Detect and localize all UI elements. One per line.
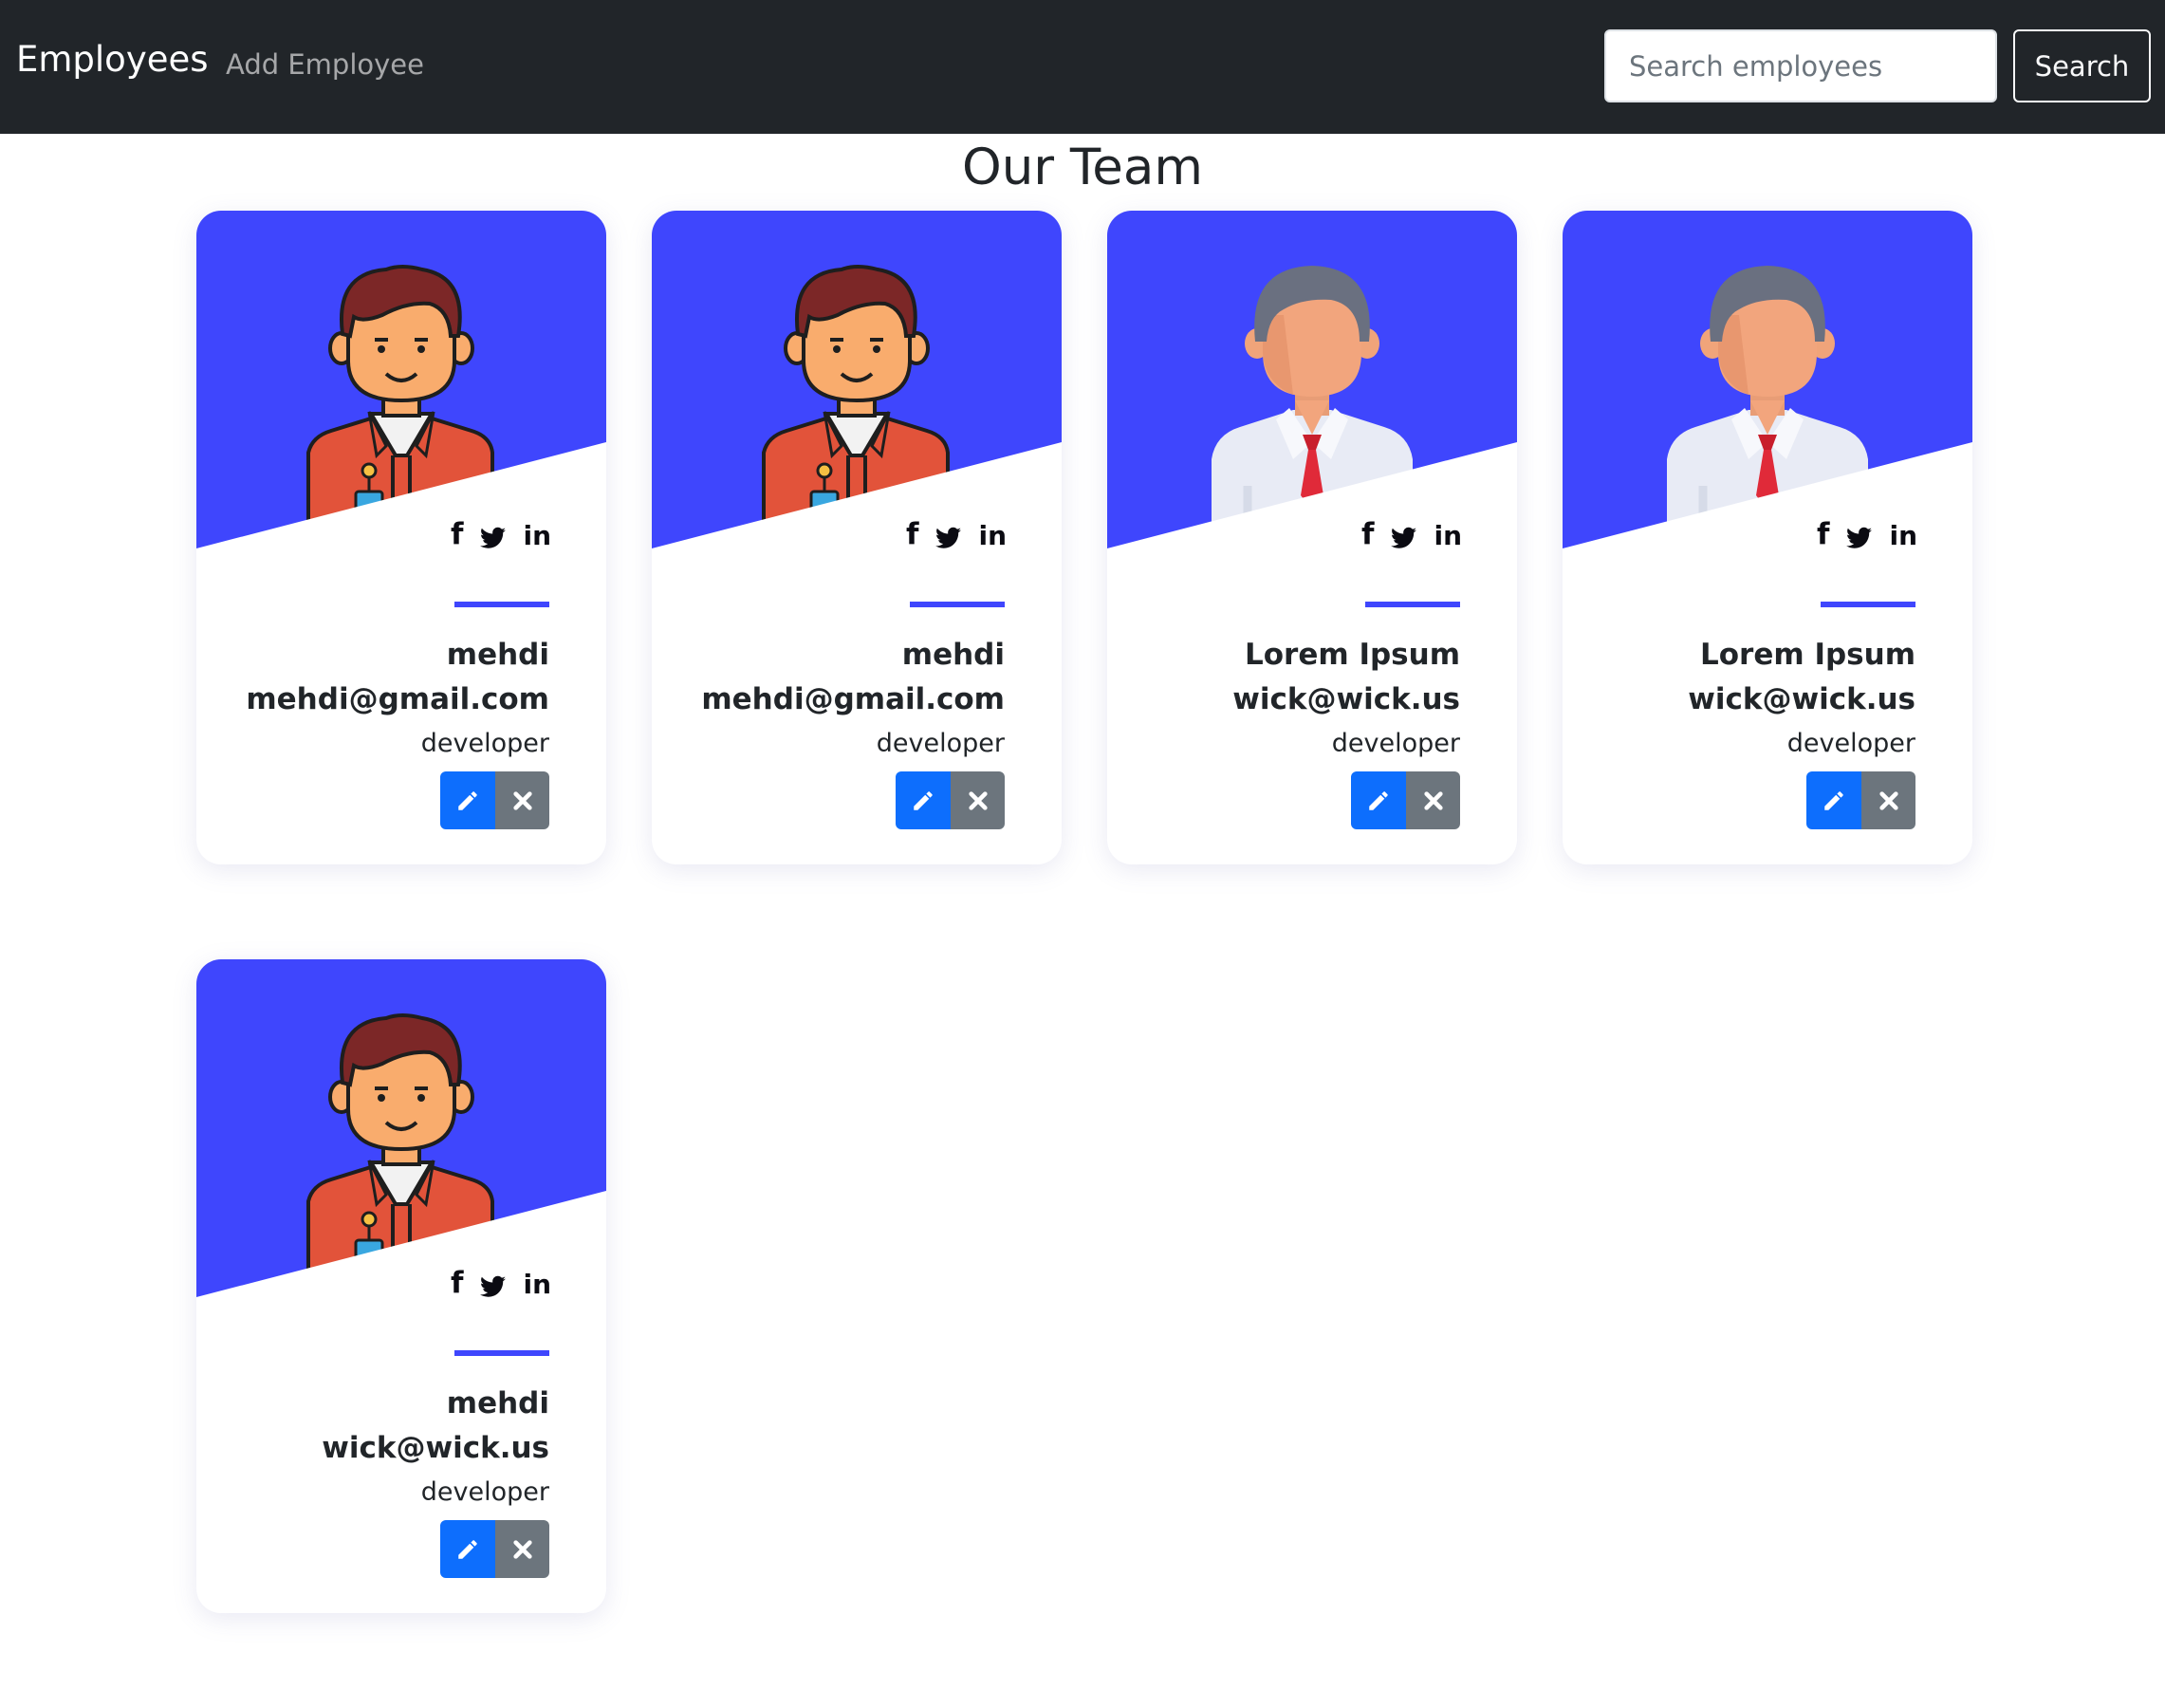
twitter-icon[interactable] [1846,527,1873,549]
card-divider [454,1350,549,1356]
card-header: f in [1107,211,1517,563]
employee-card: f in mehdi wick@wick.us developer [196,959,606,1613]
card-header: f in [196,959,606,1311]
pencil-icon [458,790,477,810]
close-icon [968,790,988,810]
facebook-icon[interactable]: f [451,1269,464,1298]
employee-card: f in Lorem Ipsum wick@wick.us developer [1563,211,1972,864]
employee-role: developer [420,729,549,758]
employee-email: wick@wick.us [1688,682,1915,716]
facebook-icon[interactable]: f [1361,520,1375,549]
employee-card: f in mehdi mehdi@gmail.com developer [652,211,1062,864]
linkedin-icon[interactable]: in [1889,523,1917,549]
card-actions [1351,771,1460,829]
card-divider [454,602,549,607]
employee-name: mehdi [901,638,1005,672]
employee-card: f in mehdi mehdi@gmail.com developer [196,211,606,864]
card-divider [1365,602,1460,607]
social-links: f in [1817,520,1917,549]
card-actions [896,771,1005,829]
pencil-icon [1369,790,1388,810]
search-input[interactable] [1604,29,1997,102]
card-diagonal [196,1191,606,1311]
employee-email: mehdi@gmail.com [246,682,549,716]
card-diagonal [652,442,1062,563]
pencil-icon [914,790,933,810]
navbar-brand[interactable]: Employees [16,42,209,77]
twitter-icon[interactable] [1391,527,1417,549]
card-divider [910,602,1005,607]
employee-role: developer [876,729,1005,758]
edit-button[interactable] [896,771,951,829]
employee-email: wick@wick.us [322,1431,549,1465]
add-employee-link[interactable]: Add Employee [226,51,424,79]
card-actions [1806,771,1915,829]
card-divider [1821,602,1915,607]
linkedin-icon[interactable]: in [978,523,1007,549]
edit-button[interactable] [440,1520,495,1578]
twitter-icon[interactable] [480,1275,507,1298]
employee-name: mehdi [446,638,549,672]
close-icon [1878,790,1898,810]
close-icon [1423,790,1443,810]
facebook-icon[interactable]: f [1817,520,1830,549]
employee-role: developer [1331,729,1460,758]
edit-button[interactable] [440,771,495,829]
social-links: f in [1361,520,1462,549]
page-title: Our Team [961,139,1204,196]
linkedin-icon[interactable]: in [523,1272,551,1298]
employee-email: wick@wick.us [1232,682,1460,716]
twitter-icon[interactable] [935,527,962,549]
employee-email: mehdi@gmail.com [701,682,1005,716]
employee-card: f in Lorem Ipsum wick@wick.us developer [1107,211,1517,864]
search-button[interactable]: Search [2013,29,2151,102]
close-icon [512,790,532,810]
card-diagonal [196,442,606,563]
social-links: f in [451,520,551,549]
edit-button[interactable] [1351,771,1406,829]
pencil-icon [458,1539,477,1559]
pencil-icon [1824,790,1843,810]
linkedin-icon[interactable]: in [1434,523,1462,549]
navbar: Employees Add Employee Search [0,0,2165,134]
employee-name: Lorem Ipsum [1699,638,1915,672]
employee-role: developer [1786,729,1915,758]
card-diagonal [1563,442,1972,563]
card-actions [440,771,549,829]
card-header: f in [196,211,606,563]
employee-name: Lorem Ipsum [1244,638,1460,672]
delete-button[interactable] [495,771,549,829]
delete-button[interactable] [951,771,1005,829]
card-header: f in [652,211,1062,563]
employee-name: mehdi [446,1386,549,1420]
edit-button[interactable] [1806,771,1861,829]
employee-role: developer [420,1477,549,1507]
twitter-icon[interactable] [480,527,507,549]
card-header: f in [1563,211,1972,563]
facebook-icon[interactable]: f [906,520,919,549]
delete-button[interactable] [1406,771,1460,829]
delete-button[interactable] [1861,771,1915,829]
facebook-icon[interactable]: f [451,520,464,549]
card-diagonal [1107,442,1517,563]
social-links: f in [906,520,1007,549]
delete-button[interactable] [495,1520,549,1578]
linkedin-icon[interactable]: in [523,523,551,549]
close-icon [512,1539,532,1559]
card-actions [440,1520,549,1578]
social-links: f in [451,1269,551,1298]
